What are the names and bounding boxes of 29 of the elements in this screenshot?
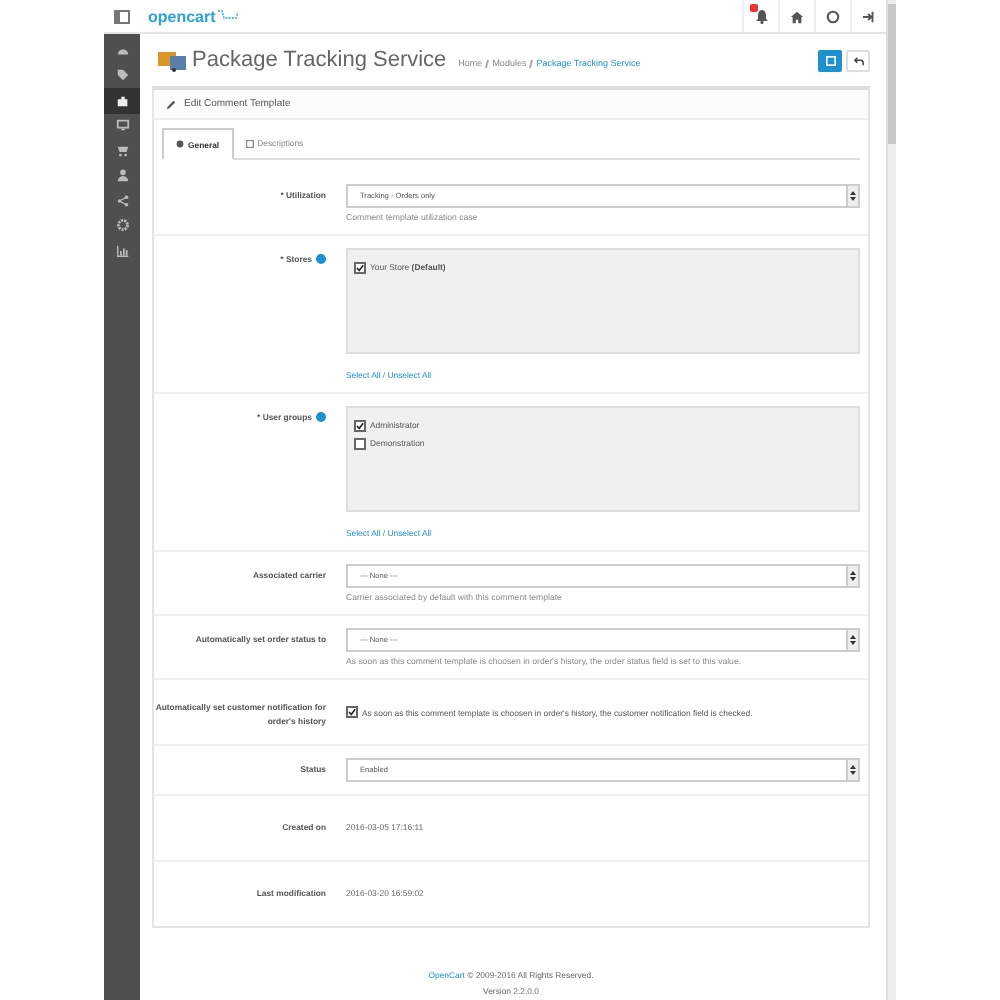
save-icon — [825, 55, 835, 65]
chart-icon — [115, 243, 129, 258]
home-icon — [790, 9, 804, 23]
document-icon — [245, 139, 254, 147]
dropdown-arrow-icon — [846, 186, 858, 206]
truck-icon — [158, 48, 186, 72]
dropdown-arrow-icon — [846, 566, 858, 586]
puzzle-icon — [115, 93, 129, 108]
back-button[interactable] — [846, 49, 870, 71]
share-icon — [115, 193, 129, 208]
pencil-icon — [166, 99, 176, 109]
circle-icon — [826, 9, 840, 23]
dropdown-arrow-icon — [846, 760, 858, 781]
sidebar-item[interactable] — [104, 88, 140, 113]
logo[interactable]: opencart — [148, 7, 216, 25]
checkbox[interactable] — [354, 261, 366, 273]
bell-icon — [753, 8, 769, 24]
checkbox[interactable] — [346, 706, 358, 718]
back-icon — [853, 55, 863, 65]
tag-icon — [115, 68, 129, 83]
checkbox[interactable] — [354, 437, 366, 449]
dropdown-arrow-icon — [846, 630, 858, 650]
desktop-icon — [115, 118, 129, 133]
page-title: Package Tracking Service — [192, 48, 447, 72]
dashboard-icon — [115, 43, 129, 58]
scrollbar[interactable] — [886, 0, 896, 1000]
user-icon — [115, 168, 129, 183]
logout-icon — [862, 9, 876, 23]
checkbox[interactable] — [354, 419, 366, 431]
